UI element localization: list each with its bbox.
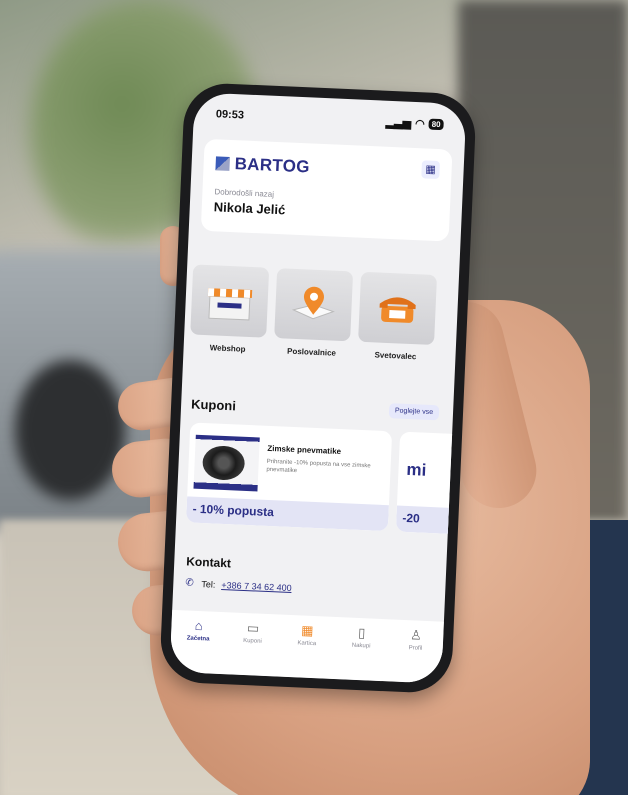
contact-title: Kontakt bbox=[186, 554, 232, 571]
tab-kuponi[interactable]: ▭ Kuponi bbox=[227, 620, 278, 645]
telephone-icon bbox=[358, 271, 438, 346]
brand-logo-mark bbox=[215, 156, 230, 171]
brand-logo: BARTOG bbox=[215, 153, 310, 177]
shop-awning-icon bbox=[190, 264, 270, 338]
signal-icon: ▂▃▅ bbox=[385, 116, 412, 130]
ticket-icon: ▭ bbox=[246, 620, 260, 636]
tab-kartica[interactable]: ▦ Kartica bbox=[282, 623, 333, 648]
tab-label: Nakupi bbox=[351, 642, 371, 650]
coupon-description: Prihranite -10% popusta na vse zimske pn… bbox=[266, 458, 371, 475]
wifi-icon: ◠ bbox=[414, 117, 425, 130]
user-name: Nikola Jelić bbox=[213, 199, 286, 218]
map-pin-icon bbox=[274, 268, 354, 342]
smartphone: 09:53 ▂▃▅ ◠ 80 BARTOG ▦ Dobrodošli nazaj… bbox=[159, 81, 477, 695]
see-all-coupons-button[interactable]: Poglejte vse bbox=[388, 403, 440, 421]
qr-code-icon[interactable]: ▦ bbox=[421, 160, 441, 180]
coupon-brand-logo: mi bbox=[406, 459, 427, 480]
header-card: BARTOG ▦ Dobrodošli nazaj Nikola Jelić bbox=[200, 138, 453, 242]
photo-background: 09:53 ▂▃▅ ◠ 80 BARTOG ▦ Dobrodošli nazaj… bbox=[0, 0, 628, 795]
tab-profil[interactable]: ♙ Profil bbox=[390, 627, 441, 652]
tile-label: Svetovalec bbox=[374, 350, 417, 362]
app-screen: 09:53 ▂▃▅ ◠ 80 BARTOG ▦ Dobrodošli nazaj… bbox=[169, 92, 467, 684]
bottom-tab-bar: ⌂ Začetna ▭ Kuponi ▦ Kartica ▯ Nakupi ♙ bbox=[169, 609, 444, 684]
tile-webshop[interactable]: Webshop bbox=[189, 264, 270, 363]
tab-nakupi[interactable]: ▯ Nakupi bbox=[336, 625, 387, 650]
coupons-title: Kuponi bbox=[190, 396, 237, 414]
home-icon: ⌂ bbox=[194, 617, 203, 634]
tab-zacetna[interactable]: ⌂ Začetna bbox=[173, 618, 224, 643]
coupons-section: Kuponi Poglejte vse Zimske pnevmatike Pr… bbox=[185, 382, 461, 546]
tab-label: Kartica bbox=[297, 640, 317, 648]
tile-svetovalec[interactable]: Svetovalec bbox=[357, 271, 438, 371]
tab-label: Kuponi bbox=[242, 637, 262, 645]
tel-label: Tel: bbox=[201, 579, 216, 590]
coupon-card[interactable]: mi -20 bbox=[395, 431, 461, 535]
contact-section: Kontakt ✆ Tel: +386 7 34 62 400 bbox=[185, 554, 434, 599]
shortcut-tiles: Webshop Poslovalnice Svetovalec bbox=[189, 264, 459, 372]
qr-card-icon: ▦ bbox=[300, 622, 314, 639]
status-icons: ▂▃▅ ◠ 80 bbox=[385, 115, 444, 131]
phone-number-link[interactable]: +386 7 34 62 400 bbox=[221, 580, 292, 593]
coupon-title: Zimske pnevmatike bbox=[267, 443, 342, 457]
tile-poslovalnice[interactable]: Poslovalnice bbox=[273, 268, 354, 367]
coupon-card[interactable]: Zimske pnevmatike Prihranite -10% popust… bbox=[186, 422, 393, 532]
tab-label: Začetna bbox=[186, 635, 210, 643]
user-icon: ♙ bbox=[409, 627, 423, 643]
coupon-discount: -20 bbox=[402, 510, 421, 526]
status-time: 09:53 bbox=[215, 108, 245, 122]
tile-label: Webshop bbox=[209, 343, 246, 354]
phone-icon: ✆ bbox=[185, 577, 194, 589]
tab-label: Profil bbox=[408, 645, 423, 652]
tile-label: Poslovalnice bbox=[286, 346, 337, 358]
welcome-label: Dobrodošli nazaj bbox=[214, 187, 275, 199]
background-car-wheel bbox=[15, 360, 125, 500]
brand-name: BARTOG bbox=[234, 154, 311, 177]
receipt-icon: ▯ bbox=[357, 624, 366, 641]
status-bar: 09:53 ▂▃▅ ◠ 80 bbox=[215, 105, 444, 133]
battery-icon: 80 bbox=[428, 118, 444, 130]
contact-phone-row: ✆ Tel: +386 7 34 62 400 bbox=[185, 577, 433, 599]
